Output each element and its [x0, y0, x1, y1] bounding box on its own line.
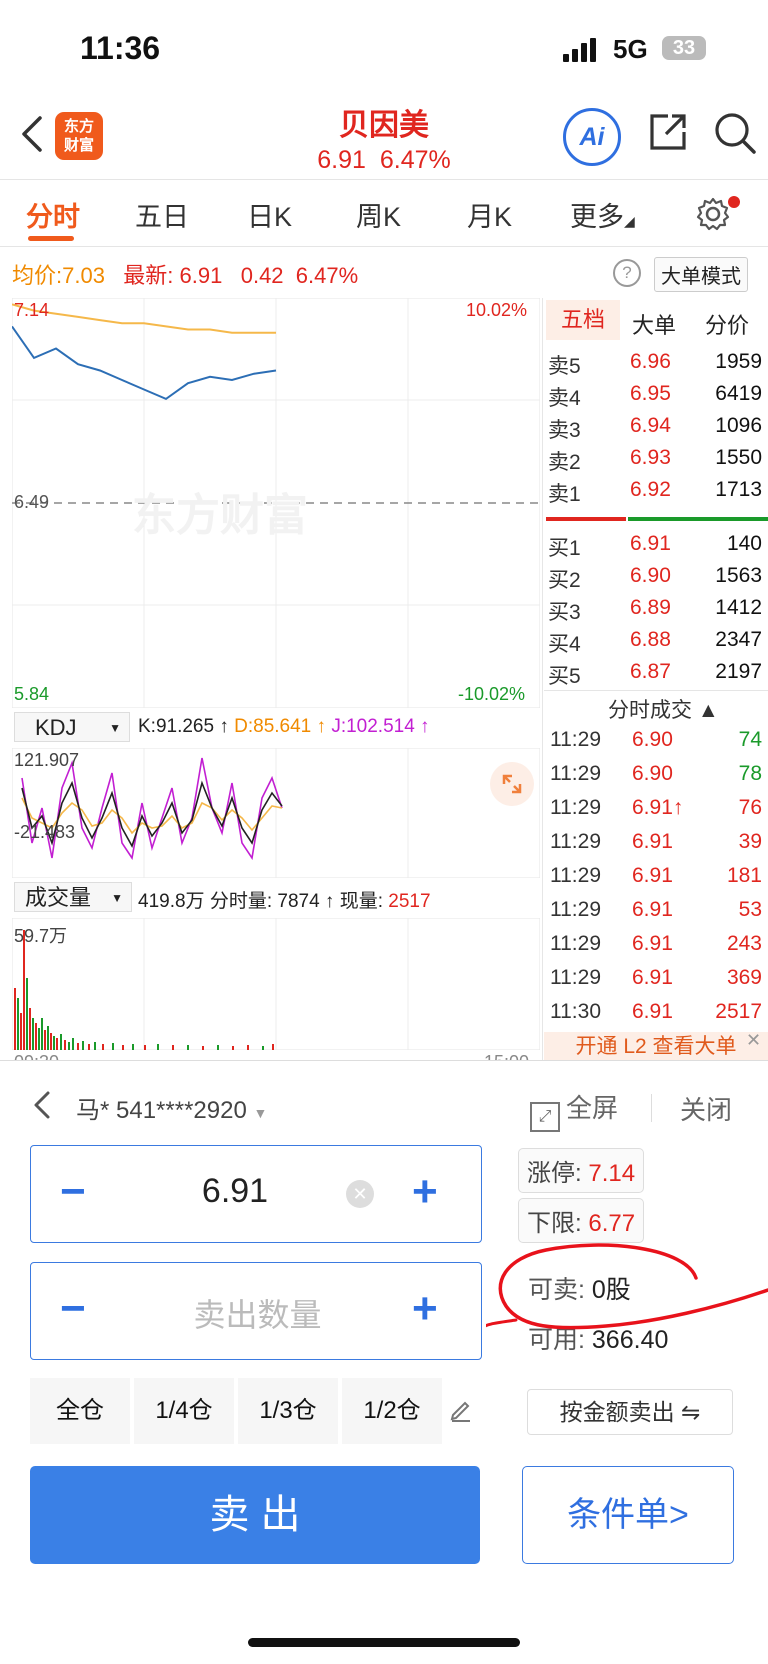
buy-1-row: 买1 6.91 140: [548, 532, 762, 560]
battery-icon: 33: [662, 36, 706, 60]
tab-five-day[interactable]: 五日: [135, 195, 189, 234]
price-summary: 均价:7.03 最新: 6.91 0.42 6.47%: [12, 263, 359, 288]
chart-watermark: 东方财富: [132, 491, 308, 540]
sell-5-row: 卖5 6.96 1959: [548, 350, 762, 378]
clear-icon[interactable]: ✕: [346, 1180, 374, 1208]
status-time: 11:36: [80, 30, 161, 66]
trade-row: 11:30 6.91 2517: [550, 1000, 762, 1023]
help-icon[interactable]: ?: [613, 259, 641, 287]
fullscreen-icon: ⤢: [530, 1102, 560, 1132]
kdj-chart[interactable]: [12, 748, 540, 878]
quantity-input[interactable]: 卖出数量: [170, 1290, 345, 1336]
volume-chart[interactable]: [12, 918, 540, 1050]
home-indicator: [248, 1638, 520, 1647]
position-third-button[interactable]: 1/3仓: [238, 1378, 338, 1444]
trade-row: 11:29 6.90 74: [550, 728, 762, 751]
kdj-max-label: 121.907: [14, 750, 80, 770]
quantity-plus-button[interactable]: +: [412, 1287, 438, 1331]
bid-ask-divider: [546, 517, 768, 521]
tab-intraday[interactable]: 分时: [26, 195, 80, 234]
volume-values: 419.8万 分时量: 7874 ↑ 现量: 2517: [138, 891, 431, 912]
pct-low-label: -10.02%: [458, 684, 526, 704]
orderbook-tab-big-orders[interactable]: 大单: [632, 308, 676, 340]
price-plus-button[interactable]: +: [412, 1170, 438, 1214]
search-icon[interactable]: [712, 110, 758, 156]
price-high-label: 7.14: [14, 300, 50, 320]
big-order-mode-button[interactable]: 大单模式: [654, 257, 748, 292]
trade-row: 11:29 6.90 78: [550, 762, 762, 785]
orderbook-tab-price-split[interactable]: 分价: [705, 308, 749, 340]
orderbook-tab-active[interactable]: 五档: [546, 300, 620, 340]
close-icon[interactable]: ✕: [746, 1030, 766, 1050]
fullscreen-button[interactable]: ⤢ 全屏: [530, 1088, 618, 1132]
expand-icon[interactable]: [490, 762, 534, 806]
buy-2-row: 买2 6.90 1563: [548, 564, 762, 592]
buy-5-row: 买5 6.87 2197: [548, 660, 762, 688]
price-input[interactable]: 6.91: [180, 1172, 290, 1211]
edit-icon[interactable]: [448, 1396, 474, 1422]
panel-divider: [651, 1094, 652, 1122]
kdj-values: K:91.265 ↑ D:85.641 ↑ J:102.514 ↑: [138, 716, 430, 737]
sell-button[interactable]: 卖 出: [30, 1466, 480, 1564]
buy-3-row: 买3 6.89 1412: [548, 596, 762, 624]
kdj-min-label: -21.483: [14, 822, 76, 842]
notification-dot: [728, 196, 740, 208]
trade-row: 11:29 6.91 369: [550, 966, 762, 989]
trade-row: 11:29 6.91 243: [550, 932, 762, 955]
tab-more[interactable]: 更多◢: [570, 195, 635, 234]
trade-row: 11:29 6.91 53: [550, 898, 762, 921]
condition-order-button[interactable]: 条件单>: [522, 1466, 734, 1564]
signal-icon: [563, 38, 605, 62]
trade-row: 11:29 6.91 39: [550, 830, 762, 853]
sell-2-row: 卖2 6.93 1550: [548, 446, 762, 474]
back-icon[interactable]: [30, 1087, 54, 1123]
sell-1-row: 卖1 6.92 1713: [548, 478, 762, 506]
share-icon[interactable]: [646, 110, 690, 154]
close-button[interactable]: 关闭: [680, 1090, 732, 1127]
limit-up-box: 涨停: 7.14: [518, 1148, 645, 1193]
trades-title[interactable]: 分时成交 ▲: [608, 694, 719, 724]
volume-max-label: 59.7万: [14, 926, 68, 946]
volume-selector[interactable]: 成交量 ▼: [14, 882, 132, 912]
position-half-button[interactable]: 1/2仓: [342, 1378, 442, 1444]
network-type: 5G: [613, 34, 648, 64]
kdj-selector[interactable]: KDJ ▼: [14, 712, 130, 742]
account-selector[interactable]: 马* 541****2920 ▼: [76, 1090, 267, 1125]
gear-icon[interactable]: [695, 196, 731, 232]
l2-banner[interactable]: 开通 L2 查看大单: [544, 1032, 768, 1062]
price-mid-label: 6.49: [14, 492, 50, 512]
tab-daily-k[interactable]: 日K: [247, 195, 292, 234]
price-minus-button[interactable]: −: [60, 1170, 86, 1214]
buy-4-row: 买4 6.88 2347: [548, 628, 762, 656]
pct-high-label: 10.02%: [466, 300, 528, 320]
price-low-label: 5.84: [14, 684, 50, 704]
sell-3-row: 卖3 6.94 1096: [548, 414, 762, 442]
active-tab-indicator: [28, 236, 74, 241]
handdrawn-circle-annotation: [486, 1243, 768, 1330]
vertical-divider: [542, 298, 543, 1060]
position-quarter-button[interactable]: 1/4仓: [134, 1378, 234, 1444]
trade-row: 11:29 6.91↑ 76: [550, 796, 762, 819]
sell-4-row: 卖4 6.95 6419: [548, 382, 762, 410]
trade-row: 11:29 6.91 181: [550, 864, 762, 887]
quantity-minus-button[interactable]: −: [60, 1287, 86, 1331]
tab-weekly-k[interactable]: 周K: [356, 195, 401, 234]
intraday-price-chart[interactable]: 东方财富: [12, 298, 540, 708]
position-full-button[interactable]: 全仓: [30, 1378, 130, 1444]
ai-button[interactable]: Ai: [563, 108, 621, 166]
tab-monthly-k[interactable]: 月K: [467, 195, 512, 234]
sell-by-amount-button[interactable]: 按金额卖出 ⇋: [527, 1389, 733, 1435]
